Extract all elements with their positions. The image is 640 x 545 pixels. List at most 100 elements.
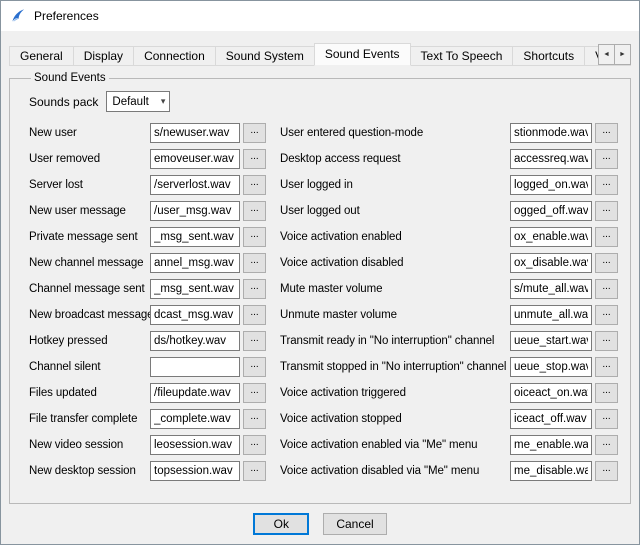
ok-button[interactable]: Ok <box>253 513 309 535</box>
window-title: Preferences <box>34 9 99 23</box>
tab-connection[interactable]: Connection <box>133 46 216 66</box>
tab-sound-system[interactable]: Sound System <box>215 46 315 66</box>
browse-button[interactable]: ... <box>243 435 266 455</box>
sound-file-input[interactable] <box>150 227 240 247</box>
sound-event-row: New desktop session ... <box>29 461 272 481</box>
browse-button[interactable]: ... <box>243 253 266 273</box>
tab-scroll-control: ◄ ► <box>599 44 631 65</box>
sound-event-row: Voice activation enabled via "Me" menu .… <box>280 435 618 455</box>
sound-file-input[interactable] <box>150 279 240 299</box>
sound-file-input[interactable] <box>150 305 240 325</box>
sound-event-row: Voice activation stopped ... <box>280 409 618 429</box>
browse-button[interactable]: ... <box>243 149 266 169</box>
sound-event-row: Mute master volume ... <box>280 279 618 299</box>
browse-button[interactable]: ... <box>595 331 618 351</box>
sound-file-input[interactable] <box>150 123 240 143</box>
browse-button[interactable]: ... <box>595 357 618 377</box>
browse-button[interactable]: ... <box>595 383 618 403</box>
sound-file-input[interactable] <box>150 461 240 481</box>
browse-button[interactable]: ... <box>595 461 618 481</box>
browse-button[interactable]: ... <box>595 175 618 195</box>
sounds-pack-label: Sounds pack <box>29 95 98 109</box>
sound-file-input[interactable] <box>150 175 240 195</box>
sound-file-input[interactable] <box>510 357 592 377</box>
sound-file-input[interactable] <box>150 357 240 377</box>
sound-event-label: User logged out <box>280 205 510 217</box>
browse-button[interactable]: ... <box>595 305 618 325</box>
sound-event-label: File transfer complete <box>29 413 150 425</box>
browse-button[interactable]: ... <box>243 123 266 143</box>
browse-button[interactable]: ... <box>595 253 618 273</box>
sound-file-input[interactable] <box>150 331 240 351</box>
browse-button[interactable]: ... <box>243 305 266 325</box>
sounds-pack-select[interactable]: Default ▾ <box>106 91 170 112</box>
sound-event-label: New desktop session <box>29 465 150 477</box>
sound-event-label: Transmit ready in "No interruption" chan… <box>280 335 510 347</box>
sound-file-input[interactable] <box>150 149 240 169</box>
sound-file-input[interactable] <box>510 461 592 481</box>
sound-file-input[interactable] <box>510 175 592 195</box>
sound-file-input[interactable] <box>510 331 592 351</box>
sound-file-input[interactable] <box>150 201 240 221</box>
sound-file-input[interactable] <box>510 305 592 325</box>
sound-file-input[interactable] <box>510 435 592 455</box>
sound-file-input[interactable] <box>150 383 240 403</box>
sound-event-label: New user <box>29 127 150 139</box>
sound-file-input[interactable] <box>510 201 592 221</box>
browse-button[interactable]: ... <box>243 357 266 377</box>
sound-file-input[interactable] <box>510 227 592 247</box>
tab-general[interactable]: General <box>9 46 74 66</box>
browse-button[interactable]: ... <box>243 331 266 351</box>
sound-file-input[interactable] <box>510 149 592 169</box>
right-column: User entered question-mode ... Desktop a… <box>280 123 618 487</box>
sound-event-row: Private message sent ... <box>29 227 272 247</box>
browse-button[interactable]: ... <box>595 435 618 455</box>
sound-file-input[interactable] <box>510 409 592 429</box>
sound-event-label: New channel message <box>29 257 150 269</box>
browse-button[interactable]: ... <box>243 383 266 403</box>
sound-event-row: Files updated ... <box>29 383 272 403</box>
dialog-footer: Ok Cancel <box>1 504 639 544</box>
sound-event-label: Unmute master volume <box>280 309 510 321</box>
sound-file-input[interactable] <box>150 435 240 455</box>
sound-event-row: Desktop access request ... <box>280 149 618 169</box>
sound-event-row: New video session ... <box>29 435 272 455</box>
sound-event-label: Voice activation stopped <box>280 413 510 425</box>
tab-text-to-speech[interactable]: Text To Speech <box>410 46 514 66</box>
sound-event-row: Channel silent ... <box>29 357 272 377</box>
sound-event-label: Private message sent <box>29 231 150 243</box>
tab-shortcuts[interactable]: Shortcuts <box>512 46 585 66</box>
sound-event-row: Voice activation enabled ... <box>280 227 618 247</box>
sound-file-input[interactable] <box>510 383 592 403</box>
browse-button[interactable]: ... <box>243 227 266 247</box>
browse-button[interactable]: ... <box>243 201 266 221</box>
browse-button[interactable]: ... <box>595 149 618 169</box>
browse-button[interactable]: ... <box>243 175 266 195</box>
tab-scroll-right-button[interactable]: ► <box>614 44 631 65</box>
sound-event-label: Channel silent <box>29 361 150 373</box>
tab-sound-events[interactable]: Sound Events <box>314 43 411 66</box>
tab-display[interactable]: Display <box>73 46 134 66</box>
sound-event-row: New broadcast message ... <box>29 305 272 325</box>
sound-event-row: Voice activation triggered ... <box>280 383 618 403</box>
sound-event-row: Hotkey pressed ... <box>29 331 272 351</box>
sound-event-row: Voice activation disabled ... <box>280 253 618 273</box>
sound-file-input[interactable] <box>510 123 592 143</box>
cancel-button[interactable]: Cancel <box>323 513 386 535</box>
browse-button[interactable]: ... <box>595 123 618 143</box>
sound-file-input[interactable] <box>150 409 240 429</box>
browse-button[interactable]: ... <box>595 201 618 221</box>
browse-button[interactable]: ... <box>595 409 618 429</box>
browse-button[interactable]: ... <box>243 279 266 299</box>
sound-event-label: Transmit stopped in "No interruption" ch… <box>280 361 510 373</box>
sound-file-input[interactable] <box>150 253 240 273</box>
browse-button[interactable]: ... <box>595 227 618 247</box>
browse-button[interactable]: ... <box>243 409 266 429</box>
sound-file-input[interactable] <box>510 279 592 299</box>
sound-file-input[interactable] <box>510 253 592 273</box>
browse-button[interactable]: ... <box>595 279 618 299</box>
tab-scroll-left-button[interactable]: ◄ <box>598 44 615 65</box>
sound-event-row: New user ... <box>29 123 272 143</box>
browse-button[interactable]: ... <box>243 461 266 481</box>
tab-bar: GeneralDisplayConnectionSound SystemSoun… <box>9 43 631 66</box>
